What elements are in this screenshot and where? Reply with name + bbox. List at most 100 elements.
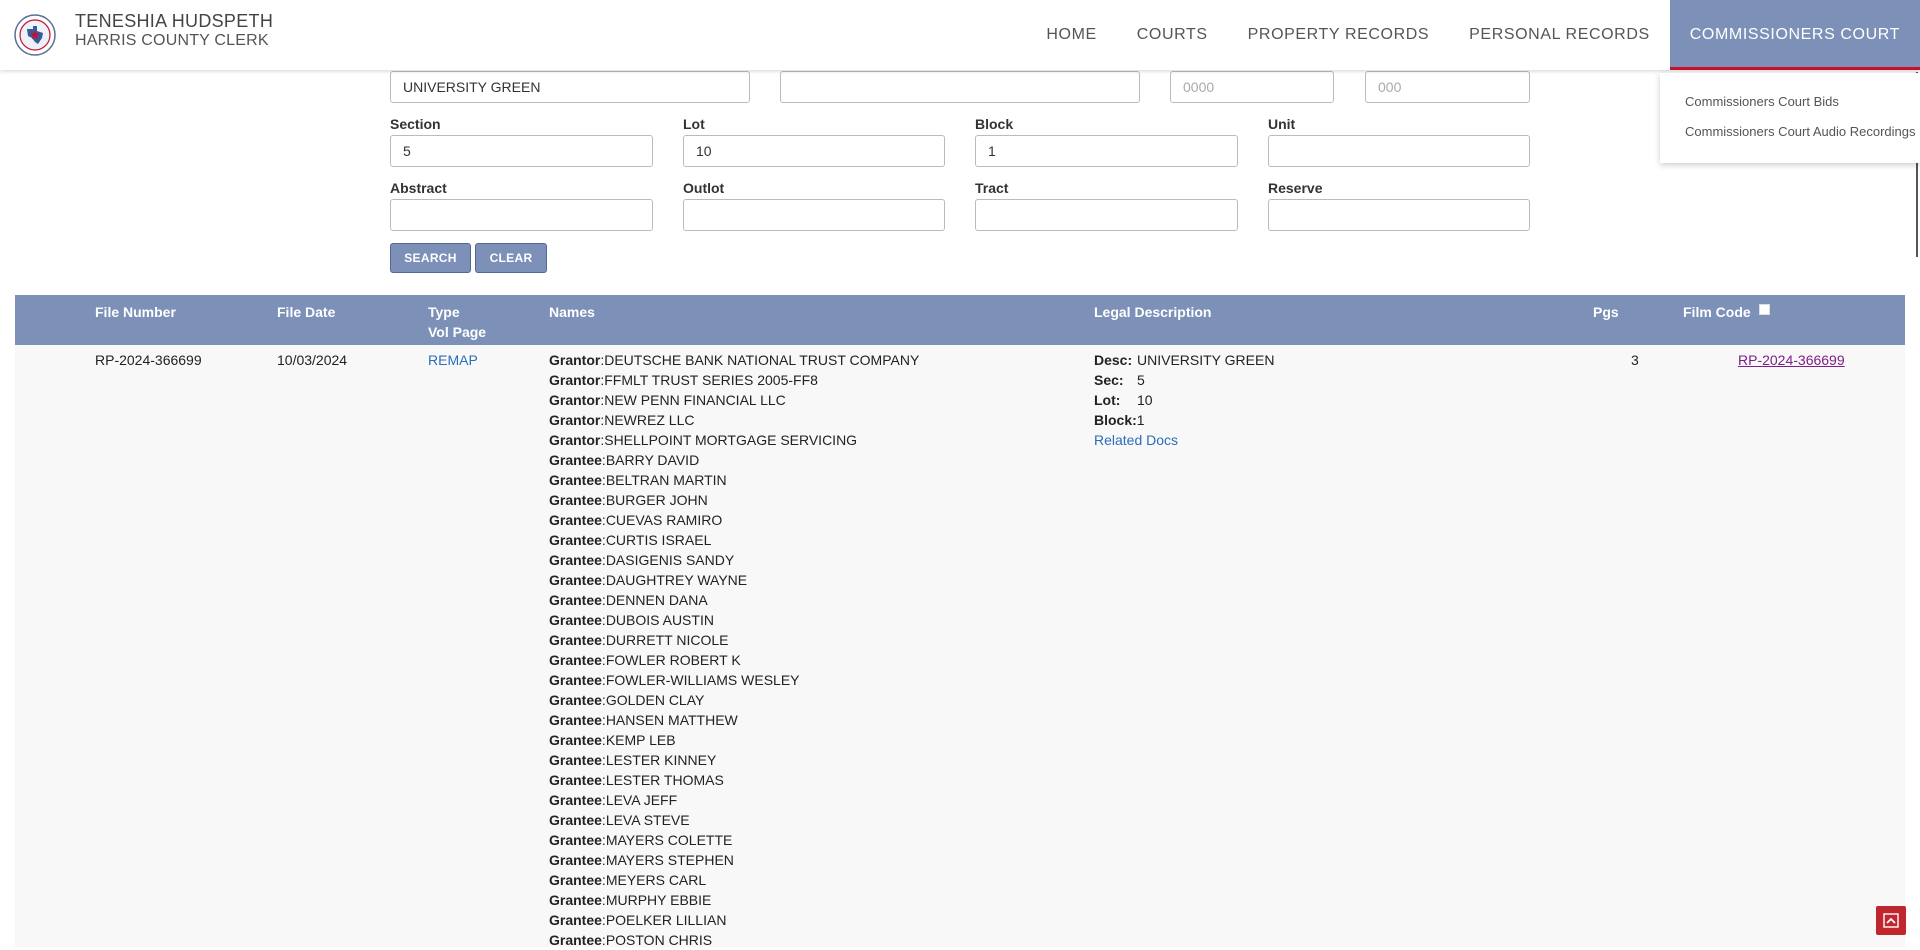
block-input[interactable] <box>975 135 1238 167</box>
party-role: Grantee <box>549 512 602 528</box>
party-name: LEVA STEVE <box>605 812 690 828</box>
list-item: Grantee:MAYERS COLETTE <box>549 830 919 850</box>
legal-sec-value: 5 <box>1137 372 1145 388</box>
party-name: DASIGENIS SANDY <box>605 552 735 568</box>
section-input[interactable] <box>390 135 653 167</box>
row-file-number: RP-2024-366699 <box>95 352 202 368</box>
row-file-date: 10/03/2024 <box>277 352 348 368</box>
party-role: Grantor <box>549 392 601 408</box>
main-nav: HOME COURTS PROPERTY RECORDS PERSONAL RE… <box>1026 0 1920 70</box>
list-item: Grantee:DAUGHTREY WAYNE <box>549 570 919 590</box>
legal-desc-value: UNIVERSITY GREEN <box>1137 352 1275 368</box>
party-name: DAUGHTREY WAYNE <box>605 572 748 588</box>
party-name: DURRETT NICOLE <box>605 632 729 648</box>
list-item: Grantee:FOWLER ROBERT K <box>549 650 919 670</box>
lot-input[interactable] <box>683 135 945 167</box>
party-role: Grantor <box>549 372 601 388</box>
dropdown-item-bids[interactable]: Commissioners Court Bids <box>1685 94 1839 109</box>
col-file-number[interactable]: File Number <box>95 302 176 322</box>
nav-commissioners-court[interactable]: COMMISSIONERS COURT <box>1669 0 1920 70</box>
party-role: Grantee <box>549 612 602 628</box>
year-input[interactable] <box>1170 71 1334 103</box>
list-item: Grantee:LEVA JEFF <box>549 790 919 810</box>
col-type-label: Type <box>428 304 460 320</box>
party-role: Grantee <box>549 872 602 888</box>
party-role: Grantee <box>549 752 602 768</box>
list-item: Grantee:DASIGENIS SANDY <box>549 550 919 570</box>
abstract-input[interactable] <box>390 199 653 231</box>
tract-input[interactable] <box>975 199 1238 231</box>
party-name: BELTRAN MARTIN <box>605 472 727 488</box>
party-role: Grantee <box>549 892 602 908</box>
row-names-list: Grantor:DEUTSCHE BANK NATIONAL TRUST COM… <box>549 350 919 950</box>
chevron-up-icon <box>1883 913 1899 928</box>
party-role: Grantee <box>549 572 602 588</box>
col-legal-description[interactable]: Legal Description <box>1094 302 1211 322</box>
list-item: Grantor:SHELLPOINT MORTGAGE SERVICING <box>549 430 919 450</box>
party-name: MURPHY EBBIE <box>605 892 712 908</box>
list-item: Grantee:LESTER KINNEY <box>549 750 919 770</box>
search-button[interactable]: SEARCH <box>390 243 471 273</box>
legal-lot-label: Lot: <box>1094 392 1121 408</box>
list-item: Grantee:CURTIS ISRAEL <box>549 530 919 550</box>
row-pgs: 3 <box>1631 352 1639 368</box>
back-to-top-button[interactable] <box>1876 906 1906 935</box>
list-item: Grantee:MAYERS STEPHEN <box>549 850 919 870</box>
county-seal-icon[interactable] <box>14 14 56 56</box>
party-name: CURTIS ISRAEL <box>605 532 712 548</box>
row-legal-description: Desc: UNIVERSITY GREEN Sec: 5 Lot: 10 Block… <box>1094 350 1274 450</box>
party-role: Grantee <box>549 932 602 948</box>
legal-block-label: Block: <box>1094 412 1137 428</box>
legal-block-value: 1 <box>1136 412 1145 428</box>
block-label: Block <box>975 116 1014 132</box>
party-role: Grantee <box>549 652 602 668</box>
subdivision-input[interactable] <box>390 71 750 103</box>
related-docs-link[interactable]: Related Docs <box>1094 432 1178 448</box>
outlot-input[interactable] <box>683 199 945 231</box>
list-item: Grantee:GOLDEN CLAY <box>549 690 919 710</box>
unit-input[interactable] <box>1268 135 1530 167</box>
party-role: Grantee <box>549 852 602 868</box>
col-file-date[interactable]: File Date <box>277 302 335 322</box>
nav-courts[interactable]: COURTS <box>1117 0 1228 70</box>
party-name: BURGER JOHN <box>605 492 708 508</box>
nav-home[interactable]: HOME <box>1026 0 1116 70</box>
party-name: LEVA JEFF <box>605 792 678 808</box>
dropdown-item-audio-recordings[interactable]: Commissioners Court Audio Recordings <box>1685 124 1915 139</box>
party-role: Grantee <box>549 812 602 828</box>
clear-button[interactable]: CLEAR <box>475 243 547 273</box>
nav-property-records[interactable]: PROPERTY RECORDS <box>1228 0 1450 70</box>
party-name: FFMLT TRUST SERIES 2005-FF8 <box>604 372 818 388</box>
list-item: Grantee:DENNEN DANA <box>549 590 919 610</box>
reserve-input[interactable] <box>1268 199 1530 231</box>
section-label: Section <box>390 116 441 132</box>
tract-label: Tract <box>975 180 1009 196</box>
party-role: Grantee <box>549 832 602 848</box>
number-input[interactable] <box>1365 71 1530 103</box>
lot-label: Lot <box>683 116 705 132</box>
col-type[interactable]: Type Vol Page <box>428 302 486 342</box>
row-type-link[interactable]: REMAP <box>428 350 478 370</box>
list-item: Grantee:CUEVAS RAMIRO <box>549 510 919 530</box>
legal-desc-label: Desc: <box>1094 352 1133 368</box>
party-role: Grantee <box>549 792 602 808</box>
party-name: MAYERS COLETTE <box>605 832 733 848</box>
party-role: Grantee <box>549 452 602 468</box>
party-role: Grantee <box>549 552 602 568</box>
party-name: BARRY DAVID <box>605 452 700 468</box>
col-names[interactable]: Names <box>549 302 595 322</box>
clerk-office: HARRIS COUNTY CLERK <box>75 32 269 49</box>
second-input[interactable] <box>780 71 1140 103</box>
film-code-checkbox[interactable] <box>1759 304 1770 315</box>
col-film-code[interactable]: Film Code <box>1683 302 1751 322</box>
list-item: Grantee:LEVA STEVE <box>549 810 919 830</box>
row-film-code-link[interactable]: RP-2024-366699 <box>1738 350 1845 370</box>
party-role: Grantee <box>549 672 602 688</box>
reserve-label: Reserve <box>1268 180 1323 196</box>
nav-personal-records[interactable]: PERSONAL RECORDS <box>1449 0 1670 70</box>
list-item: Grantee:BELTRAN MARTIN <box>549 470 919 490</box>
party-name: NEWREZ LLC <box>604 412 695 428</box>
col-pgs[interactable]: Pgs <box>1593 302 1619 322</box>
list-item: Grantor:DEUTSCHE BANK NATIONAL TRUST COM… <box>549 350 919 370</box>
party-name: HANSEN MATTHEW <box>605 712 738 728</box>
